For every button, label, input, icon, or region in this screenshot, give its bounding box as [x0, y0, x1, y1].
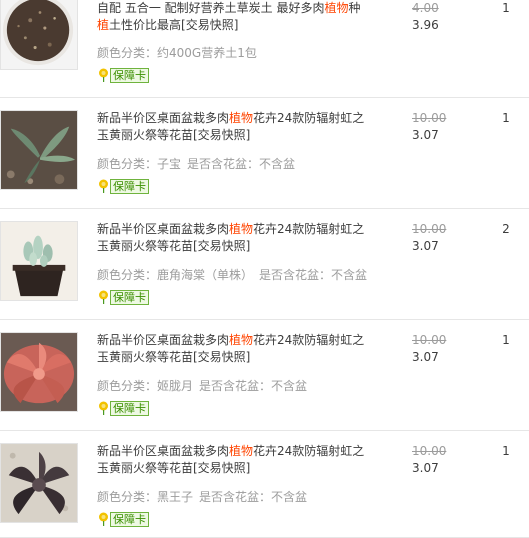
sku-label: 是否含花盆： [187, 157, 260, 171]
order-item: 新品半价区桌面盆栽多肉植物花卉24款防辐射虹之玉黄丽火祭等花苗[交易快照] 颜色… [0, 431, 529, 538]
quantity: 1 [502, 111, 510, 125]
sku-value: 姬胧月 [157, 379, 194, 393]
original-price: 10.00 [412, 222, 447, 236]
badge-label: 保障卡 [110, 512, 149, 527]
sku-info: 颜色分类：约400G营养土1包 [97, 44, 257, 61]
original-price: 10.00 [412, 333, 447, 347]
title-highlight: 植物 [229, 222, 254, 236]
original-price: 10.00 [412, 444, 447, 458]
title-text: 土性价比最高[交易快照] [109, 18, 239, 32]
sku-label: 颜色分类： [97, 268, 158, 282]
flower-icon [97, 512, 110, 527]
title-text: 种 [348, 1, 361, 15]
original-price: 4.00 [412, 1, 439, 15]
order-item: 新品半价区桌面盆栽多肉植物花卉24款防辐射虹之玉黄丽火祭等花苗[交易快照] 颜色… [0, 320, 529, 431]
sku-value: 鹿角海棠（单株） [157, 268, 254, 282]
soil-thumbnail-icon[interactable] [0, 0, 78, 70]
order-item: 自配 五合一 配制好营养土草炭土 最好多肉植物种植土性价比最高[交易快照] 颜色… [0, 0, 529, 98]
succulent-thumbnail-icon[interactable] [0, 110, 78, 190]
title-highlight: 植物 [324, 1, 349, 15]
guarantee-badge[interactable]: 保障卡 [97, 401, 149, 416]
sku-value: 不含盆 [271, 379, 308, 393]
title-text: 新品半价区桌面盆栽多肉 [97, 444, 230, 458]
actual-price: 3.07 [412, 461, 439, 475]
order-item: 新品半价区桌面盆栽多肉植物花卉24款防辐射虹之玉黄丽火祭等花苗[交易快照] 颜色… [0, 98, 529, 209]
title-text: 新品半价区桌面盆栽多肉 [97, 222, 230, 236]
actual-price: 3.07 [412, 128, 439, 142]
sku-info: 颜色分类：姬胧月 是否含花盆：不含盆 [97, 377, 307, 394]
badge-label: 保障卡 [110, 290, 149, 305]
succulent-thumbnail-icon[interactable] [0, 332, 78, 412]
guarantee-badge[interactable]: 保障卡 [97, 290, 149, 305]
title-highlight: 植 [97, 18, 110, 32]
sku-label: 颜色分类： [97, 379, 158, 393]
badge-label: 保障卡 [110, 68, 149, 83]
flower-icon [97, 401, 110, 416]
sku-info: 颜色分类：鹿角海棠（单株） 是否含花盆：不含盆 [97, 266, 367, 283]
sku-label: 是否含花盆： [259, 268, 332, 282]
quantity: 1 [502, 1, 510, 15]
sku-label: 是否含花盆： [199, 490, 272, 504]
succulent-thumbnail-icon[interactable] [0, 443, 78, 523]
actual-price: 3.07 [412, 350, 439, 364]
sku-info: 颜色分类：黑王子 是否含花盆：不含盆 [97, 488, 307, 505]
item-title[interactable]: 新品半价区桌面盆栽多肉植物花卉24款防辐射虹之玉黄丽火祭等花苗[交易快照] [97, 443, 372, 477]
sku-label: 颜色分类： [97, 490, 158, 504]
sku-value: 不含盆 [271, 490, 308, 504]
title-highlight: 植物 [229, 333, 254, 347]
guarantee-badge[interactable]: 保障卡 [97, 68, 149, 83]
sku-info: 颜色分类：子宝 是否含花盆：不含盆 [97, 155, 295, 172]
sku-value: 不含盆 [259, 157, 296, 171]
sku-value: 约400G营养土1包 [157, 46, 257, 60]
title-text: 新品半价区桌面盆栽多肉 [97, 111, 230, 125]
sku-label: 是否含花盆： [199, 379, 272, 393]
badge-label: 保障卡 [110, 179, 149, 194]
badge-label: 保障卡 [110, 401, 149, 416]
sku-label: 颜色分类： [97, 46, 158, 60]
title-highlight: 植物 [229, 444, 254, 458]
title-text: 新品半价区桌面盆栽多肉 [97, 333, 230, 347]
original-price: 10.00 [412, 111, 447, 125]
guarantee-badge[interactable]: 保障卡 [97, 512, 149, 527]
flower-icon [97, 179, 110, 194]
sku-value: 不含盆 [331, 268, 368, 282]
item-title[interactable]: 新品半价区桌面盆栽多肉植物花卉24款防辐射虹之玉黄丽火祭等花苗[交易快照] [97, 221, 372, 255]
sku-label: 颜色分类： [97, 157, 158, 171]
succulent-thumbnail-icon[interactable] [0, 221, 78, 301]
item-title[interactable]: 新品半价区桌面盆栽多肉植物花卉24款防辐射虹之玉黄丽火祭等花苗[交易快照] [97, 110, 372, 144]
quantity: 1 [502, 333, 510, 347]
quantity: 2 [502, 222, 510, 236]
guarantee-badge[interactable]: 保障卡 [97, 179, 149, 194]
order-item: 新品半价区桌面盆栽多肉植物花卉24款防辐射虹之玉黄丽火祭等花苗[交易快照] 颜色… [0, 209, 529, 320]
item-title[interactable]: 新品半价区桌面盆栽多肉植物花卉24款防辐射虹之玉黄丽火祭等花苗[交易快照] [97, 332, 372, 366]
title-highlight: 植物 [229, 111, 254, 125]
sku-value: 子宝 [157, 157, 182, 171]
actual-price: 3.07 [412, 239, 439, 253]
quantity: 1 [502, 444, 510, 458]
title-text: 自配 五合一 配制好营养土草炭土 最好多肉 [97, 1, 325, 15]
sku-value: 黑王子 [157, 490, 194, 504]
flower-icon [97, 68, 110, 83]
flower-icon [97, 290, 110, 305]
actual-price: 3.96 [412, 18, 439, 32]
item-title[interactable]: 自配 五合一 配制好营养土草炭土 最好多肉植物种植土性价比最高[交易快照] [97, 0, 372, 34]
